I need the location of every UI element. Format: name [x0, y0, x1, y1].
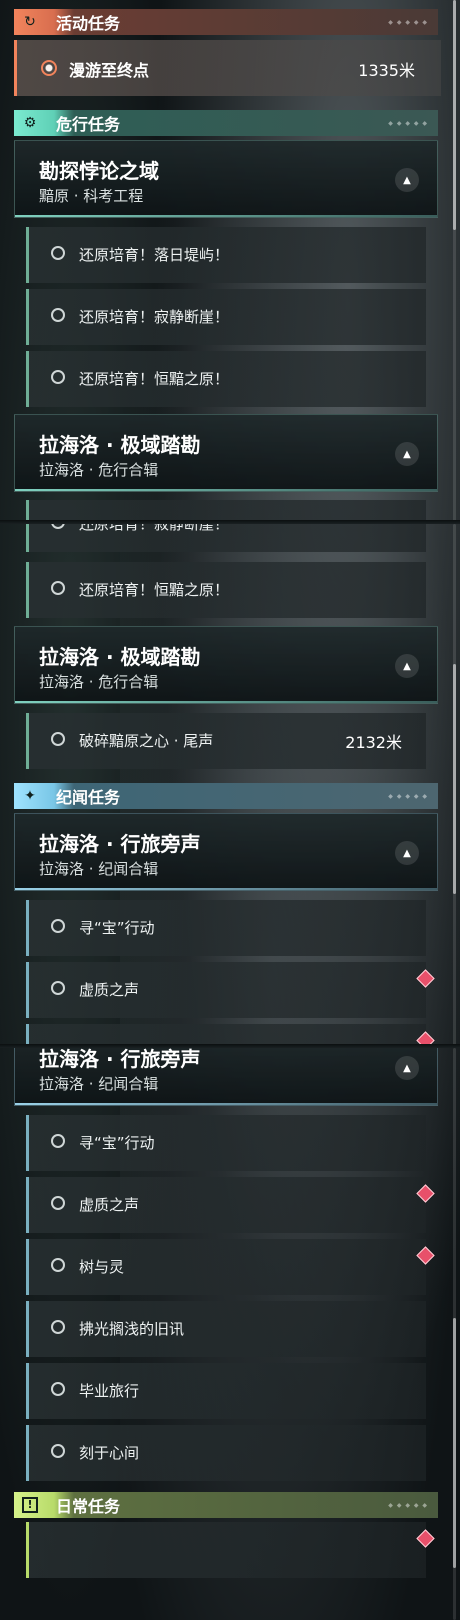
quest-item[interactable]: 寻“宝”行动 — [26, 1115, 426, 1171]
group-title: 拉海洛 · 行旅旁声 — [39, 1048, 201, 1071]
quest-group-lahailuo-lore[interactable]: 拉海洛 · 行旅旁声 拉海洛 · 纪闻合辑 ▲ — [14, 813, 438, 891]
active-quest[interactable]: 漫游至终点 1335米 — [14, 40, 441, 96]
tracked-diamond-icon — [416, 1246, 435, 1265]
refresh-arrow-icon: ↻ — [24, 14, 36, 30]
tracked-diamond-icon — [416, 1184, 435, 1203]
screenshot-panel-1: ↻ 活动任务 ◆ ◆ ◆ ◆ ◆ 漫游至终点 1335米 ⚙ 危行任务 ◆ ◆ … — [0, 0, 460, 522]
quest-item[interactable]: 还原培育！恒黯之原！ — [26, 351, 426, 407]
quest-title: 虚质之声 — [79, 1196, 140, 1214]
quest-item[interactable]: 毕业旅行 — [26, 1363, 426, 1419]
radio-icon — [51, 308, 65, 322]
group-subtitle: 拉海洛 · 纪闻合辑 — [39, 860, 159, 878]
quest-item[interactable]: 还原培育！寂静断崖！ — [26, 524, 426, 552]
gear-badge-icon: ⚙ — [23, 115, 37, 131]
quest-item[interactable]: 破碎黯原之心 · 尾声 2132米 — [26, 713, 426, 769]
radio-icon — [51, 981, 65, 995]
category-label: 危行任务 — [56, 115, 121, 134]
radio-icon — [51, 581, 65, 595]
quest-title: 破碎黯原之心 · 尾声 — [79, 732, 214, 750]
collapse-chevron-icon[interactable]: ▲ — [395, 168, 419, 192]
quest-item[interactable]: 拂光搁浅的旧讯 — [26, 1301, 426, 1357]
quest-group-lahailuo-lore[interactable]: 拉海洛 · 行旅旁声 拉海洛 · 纪闻合辑 ▲ — [14, 1048, 438, 1106]
radio-icon — [51, 1382, 65, 1396]
quest-title: 还原培育！恒黯之原！ — [79, 370, 230, 388]
quest-group-lahailuo-danger[interactable]: 拉海洛 · 极域踏勘 拉海洛 · 危行合辑 ▲ — [14, 414, 438, 492]
tracked-diamond-icon — [416, 1529, 435, 1548]
tracked-radio-icon — [41, 60, 57, 76]
quest-item[interactable]: 虚质之声 — [26, 1177, 435, 1233]
radio-icon — [51, 1444, 65, 1458]
radio-icon — [51, 524, 65, 529]
group-subtitle: 黯原 · 科考工程 — [39, 187, 144, 205]
category-label: 活动任务 — [56, 14, 121, 33]
category-active[interactable]: ↻ 活动任务 ◆ ◆ ◆ ◆ ◆ — [14, 9, 438, 35]
category-decor: ◆ ◆ ◆ ◆ ◆ — [388, 792, 428, 800]
radio-icon — [51, 1258, 65, 1272]
radio-icon — [51, 370, 65, 384]
quest-title: 拂光搁浅的旧讯 — [79, 1320, 185, 1338]
quest-distance: 1335米 — [358, 61, 415, 80]
category-label: 日常任务 — [56, 1497, 121, 1516]
collapse-chevron-icon[interactable]: ▲ — [395, 841, 419, 865]
radio-icon — [51, 1134, 65, 1148]
radio-icon — [51, 732, 65, 746]
radio-icon — [51, 919, 65, 933]
quest-title: 漫游至终点 — [69, 61, 150, 80]
group-title: 拉海洛 · 行旅旁声 — [39, 832, 201, 856]
group-title: 拉海洛 · 极域踏勘 — [39, 433, 201, 457]
quest-title: 刻于心间 — [79, 1444, 140, 1462]
quest-item[interactable]: 寻“宝”行动 — [26, 900, 426, 956]
quest-distance: 2132米 — [345, 733, 402, 752]
collapse-chevron-icon[interactable]: ▲ — [395, 442, 419, 466]
quest-title: 还原培育！恒黯之原！ — [79, 581, 230, 599]
quest-group-kankan[interactable]: 勘探悖论之域 黯原 · 科考工程 ▲ — [14, 140, 438, 218]
group-subtitle: 拉海洛 · 纪闻合辑 — [39, 1075, 159, 1093]
category-decor: ◆ ◆ ◆ ◆ ◆ — [388, 1501, 428, 1509]
collapse-chevron-icon[interactable]: ▲ — [395, 1056, 419, 1080]
exclamation-icon: ! — [14, 1492, 46, 1518]
group-subtitle: 拉海洛 · 危行合辑 — [39, 673, 159, 691]
sparkle-icon: ✦ — [24, 788, 36, 804]
category-danger[interactable]: ⚙ 危行任务 ◆ ◆ ◆ ◆ ◆ — [14, 110, 438, 136]
category-daily[interactable]: ! 日常任务 ◆ ◆ ◆ ◆ ◆ — [14, 1492, 438, 1518]
group-title: 勘探悖论之域 — [39, 159, 159, 183]
quest-item[interactable]: 虚质之声 — [26, 962, 435, 1018]
quest-title: 还原培育！寂静断崖！ — [79, 524, 230, 533]
category-lore[interactable]: ✦ 纪闻任务 ◆ ◆ ◆ ◆ ◆ — [14, 783, 438, 809]
category-decor: ◆ ◆ ◆ ◆ ◆ — [388, 119, 428, 127]
quest-item[interactable]: 树与灵 — [26, 1239, 435, 1295]
screenshot-panel-2: 还原培育！寂静断崖！ 还原培育！恒黯之原！ 拉海洛 · 极域踏勘 拉海洛 · 危… — [0, 524, 460, 1046]
collapse-chevron-icon[interactable]: ▲ — [395, 654, 419, 678]
category-label: 纪闻任务 — [56, 788, 121, 807]
quest-item[interactable]: 刻于心间 — [26, 1425, 426, 1481]
screenshot-panel-3: 拉海洛 · 行旅旁声 拉海洛 · 纪闻合辑 ▲ 寻“宝”行动 虚质之声 树与灵 … — [0, 1048, 460, 1620]
quest-title: 寻“宝”行动 — [79, 1134, 155, 1152]
radio-icon — [51, 246, 65, 260]
quest-item[interactable] — [26, 1024, 435, 1046]
scrollbar[interactable] — [453, 524, 456, 1046]
quest-title: 寻“宝”行动 — [79, 919, 155, 937]
quest-title: 还原培育！寂静断崖！ — [79, 308, 230, 326]
tracked-diamond-icon — [416, 969, 435, 988]
quest-title: 树与灵 — [79, 1258, 125, 1276]
scrollbar[interactable] — [453, 1048, 456, 1620]
group-title: 拉海洛 · 极域踏勘 — [39, 645, 201, 669]
quest-item[interactable]: 还原培育！寂静断崖！ — [26, 289, 426, 345]
scrollbar[interactable] — [453, 0, 456, 522]
radio-icon — [51, 1320, 65, 1334]
quest-title: 还原培育！落日堤屿！ — [79, 246, 230, 264]
radio-icon — [51, 1196, 65, 1210]
quest-group-lahailuo-danger[interactable]: 拉海洛 · 极域踏勘 拉海洛 · 危行合辑 ▲ — [14, 626, 438, 704]
quest-title: 虚质之声 — [79, 981, 140, 999]
quest-item[interactable] — [26, 500, 426, 522]
category-decor: ◆ ◆ ◆ ◆ ◆ — [388, 18, 428, 26]
quest-item[interactable]: 还原培育！恒黯之原！ — [26, 562, 426, 618]
quest-item[interactable] — [26, 1522, 435, 1578]
quest-item[interactable]: 还原培育！落日堤屿！ — [26, 227, 426, 283]
group-subtitle: 拉海洛 · 危行合辑 — [39, 461, 159, 479]
quest-title: 毕业旅行 — [79, 1382, 140, 1400]
